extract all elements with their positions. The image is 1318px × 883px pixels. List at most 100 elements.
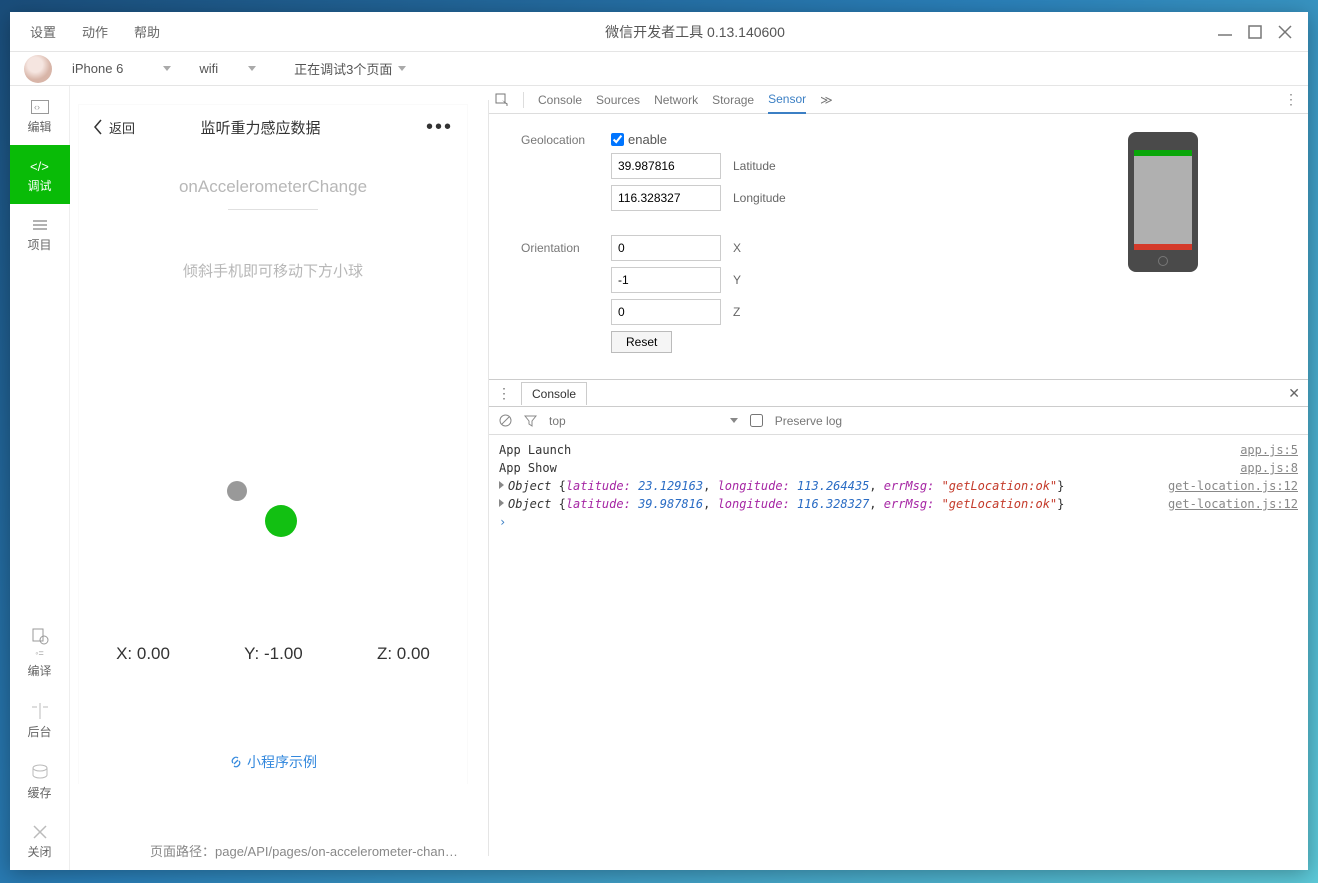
chevron-down-icon bbox=[248, 66, 256, 71]
orient-x-input[interactable] bbox=[611, 235, 721, 261]
orient-x-label: X bbox=[733, 241, 741, 255]
device-select[interactable]: iPhone 6 bbox=[72, 61, 171, 76]
avatar[interactable] bbox=[24, 55, 52, 83]
orient-z-input[interactable] bbox=[611, 299, 721, 325]
console-output: App Launchapp.js:5App Showapp.js:8Object… bbox=[489, 435, 1308, 537]
menu-help[interactable]: 帮助 bbox=[122, 16, 172, 47]
titlebar: 设置 动作 帮助 微信开发者工具 0.13.140600 bbox=[10, 12, 1308, 52]
ball-gray bbox=[227, 481, 247, 501]
orient-y-label: Y bbox=[733, 273, 741, 287]
debug-icon: </> bbox=[30, 159, 50, 173]
preserve-log-label: Preserve log bbox=[775, 414, 842, 428]
orientation-label: Orientation bbox=[521, 241, 611, 255]
rail-compile[interactable]: ◦= 编译 bbox=[10, 614, 70, 689]
inspect-icon[interactable] bbox=[495, 93, 509, 107]
project-icon bbox=[31, 218, 49, 232]
rail-close[interactable]: 关闭 bbox=[10, 811, 70, 870]
orient-z-label: Z bbox=[733, 305, 740, 319]
phone-preview bbox=[1128, 132, 1198, 272]
geolocation-enable-checkbox[interactable] bbox=[611, 133, 624, 146]
tab-console[interactable]: Console bbox=[538, 93, 582, 107]
console-prompt[interactable]: › bbox=[489, 513, 1308, 531]
background-icon bbox=[31, 703, 49, 719]
log-source-link[interactable]: app.js:5 bbox=[1240, 443, 1298, 457]
rail-debug[interactable]: </> 调试 bbox=[10, 145, 70, 204]
rail-cache-label: 缓存 bbox=[27, 784, 51, 801]
compile-sub-label: ◦= bbox=[35, 648, 43, 658]
log-source-link[interactable]: app.js:8 bbox=[1240, 461, 1298, 475]
console-drawer-tab[interactable]: Console bbox=[521, 382, 587, 405]
rail-compile-label: 编译 bbox=[27, 662, 51, 679]
latitude-input[interactable] bbox=[611, 153, 721, 179]
console-filter-bar: top Preserve log bbox=[489, 407, 1308, 435]
clear-console-icon[interactable] bbox=[499, 414, 512, 427]
kebab-icon[interactable]: ⋮ bbox=[1284, 91, 1298, 108]
context-select-value: top bbox=[549, 414, 566, 428]
tab-sources[interactable]: Sources bbox=[596, 93, 640, 107]
left-rail: ‹› 编辑 </> 调试 项目 ◦= 编译 后台 bbox=[10, 86, 70, 870]
more-menu-button[interactable]: ••• bbox=[426, 116, 453, 139]
rail-debug-label: 调试 bbox=[27, 177, 51, 194]
svg-text:</>: </> bbox=[30, 159, 49, 173]
log-source-link[interactable]: get-location.js:12 bbox=[1168, 479, 1298, 493]
console-drawer-header: ⋮ Console ✕ bbox=[489, 379, 1308, 407]
z-value: Z: 0.00 bbox=[377, 644, 430, 664]
tab-network[interactable]: Network bbox=[654, 93, 698, 107]
preserve-log-checkbox[interactable] bbox=[750, 414, 763, 427]
tab-sensor[interactable]: Sensor bbox=[768, 92, 806, 114]
network-select[interactable]: wifi bbox=[199, 61, 256, 76]
cache-icon bbox=[31, 764, 49, 780]
log-row: App Showapp.js:8 bbox=[489, 459, 1308, 477]
rail-background-label: 后台 bbox=[27, 723, 51, 740]
x-value: X: 0.00 bbox=[116, 644, 170, 664]
filter-icon[interactable] bbox=[524, 414, 537, 427]
rail-project[interactable]: 项目 bbox=[10, 204, 70, 263]
longitude-input[interactable] bbox=[611, 185, 721, 211]
chevron-down-icon bbox=[163, 66, 171, 71]
tab-storage[interactable]: Storage bbox=[712, 93, 754, 107]
svg-text:‹›: ‹› bbox=[34, 102, 40, 112]
log-row: App Launchapp.js:5 bbox=[489, 441, 1308, 459]
link-icon bbox=[229, 755, 243, 769]
rail-background[interactable]: 后台 bbox=[10, 689, 70, 750]
rail-project-label: 项目 bbox=[27, 236, 51, 253]
log-row: Object {latitude: 23.129163, longitude: … bbox=[489, 477, 1308, 495]
orient-y-input[interactable] bbox=[611, 267, 721, 293]
y-value: Y: -1.00 bbox=[244, 644, 303, 664]
debug-status-text: 正在调试3个页面 bbox=[294, 59, 392, 78]
device-select-value: iPhone 6 bbox=[72, 61, 123, 76]
log-row: Object {latitude: 39.987816, longitude: … bbox=[489, 495, 1308, 513]
devtools-tabs: Console Sources Network Storage Sensor ≫… bbox=[489, 86, 1308, 114]
maximize-icon[interactable] bbox=[1248, 25, 1262, 39]
kebab-icon[interactable]: ⋮ bbox=[497, 385, 511, 402]
sample-link[interactable]: 小程序示例 bbox=[79, 752, 467, 772]
page-path: 页面路径：page/API/pages/on-accelerometer-cha… bbox=[138, 834, 476, 870]
geolocation-label: Geolocation bbox=[521, 133, 611, 147]
rail-cache[interactable]: 缓存 bbox=[10, 750, 70, 811]
rail-edit[interactable]: ‹› 编辑 bbox=[10, 86, 70, 145]
minimize-icon[interactable] bbox=[1218, 25, 1232, 39]
debug-page-dropdown[interactable]: 正在调试3个页面 bbox=[294, 59, 406, 78]
latitude-label: Latitude bbox=[733, 159, 776, 173]
tip-text: 倾斜手机即可移动下方小球 bbox=[79, 260, 467, 281]
sim-page-title: 监听重力感应数据 bbox=[95, 117, 426, 138]
network-select-value: wifi bbox=[199, 61, 218, 76]
tab-more[interactable]: ≫ bbox=[820, 93, 833, 107]
close-x-icon bbox=[33, 825, 47, 839]
rail-edit-label: 编辑 bbox=[27, 118, 51, 135]
context-select[interactable]: top bbox=[549, 414, 738, 428]
api-name: onAccelerometerChange bbox=[79, 177, 467, 197]
longitude-label: Longitude bbox=[733, 191, 786, 205]
reset-button[interactable]: Reset bbox=[611, 331, 672, 353]
menu-actions[interactable]: 动作 bbox=[70, 16, 120, 47]
toolbar: iPhone 6 wifi 正在调试3个页面 bbox=[10, 52, 1308, 86]
app-title: 微信开发者工具 0.13.140600 bbox=[172, 22, 1218, 42]
close-drawer-button[interactable]: ✕ bbox=[1288, 385, 1300, 402]
sample-link-label: 小程序示例 bbox=[247, 752, 317, 772]
close-icon[interactable] bbox=[1278, 25, 1292, 39]
simulator: 返回 监听重力感应数据 ••• onAccelerometerChange 倾斜… bbox=[78, 104, 468, 784]
code-icon: ‹› bbox=[31, 100, 49, 114]
chevron-down-icon bbox=[398, 66, 406, 71]
menu-settings[interactable]: 设置 bbox=[18, 16, 68, 47]
log-source-link[interactable]: get-location.js:12 bbox=[1168, 497, 1298, 511]
